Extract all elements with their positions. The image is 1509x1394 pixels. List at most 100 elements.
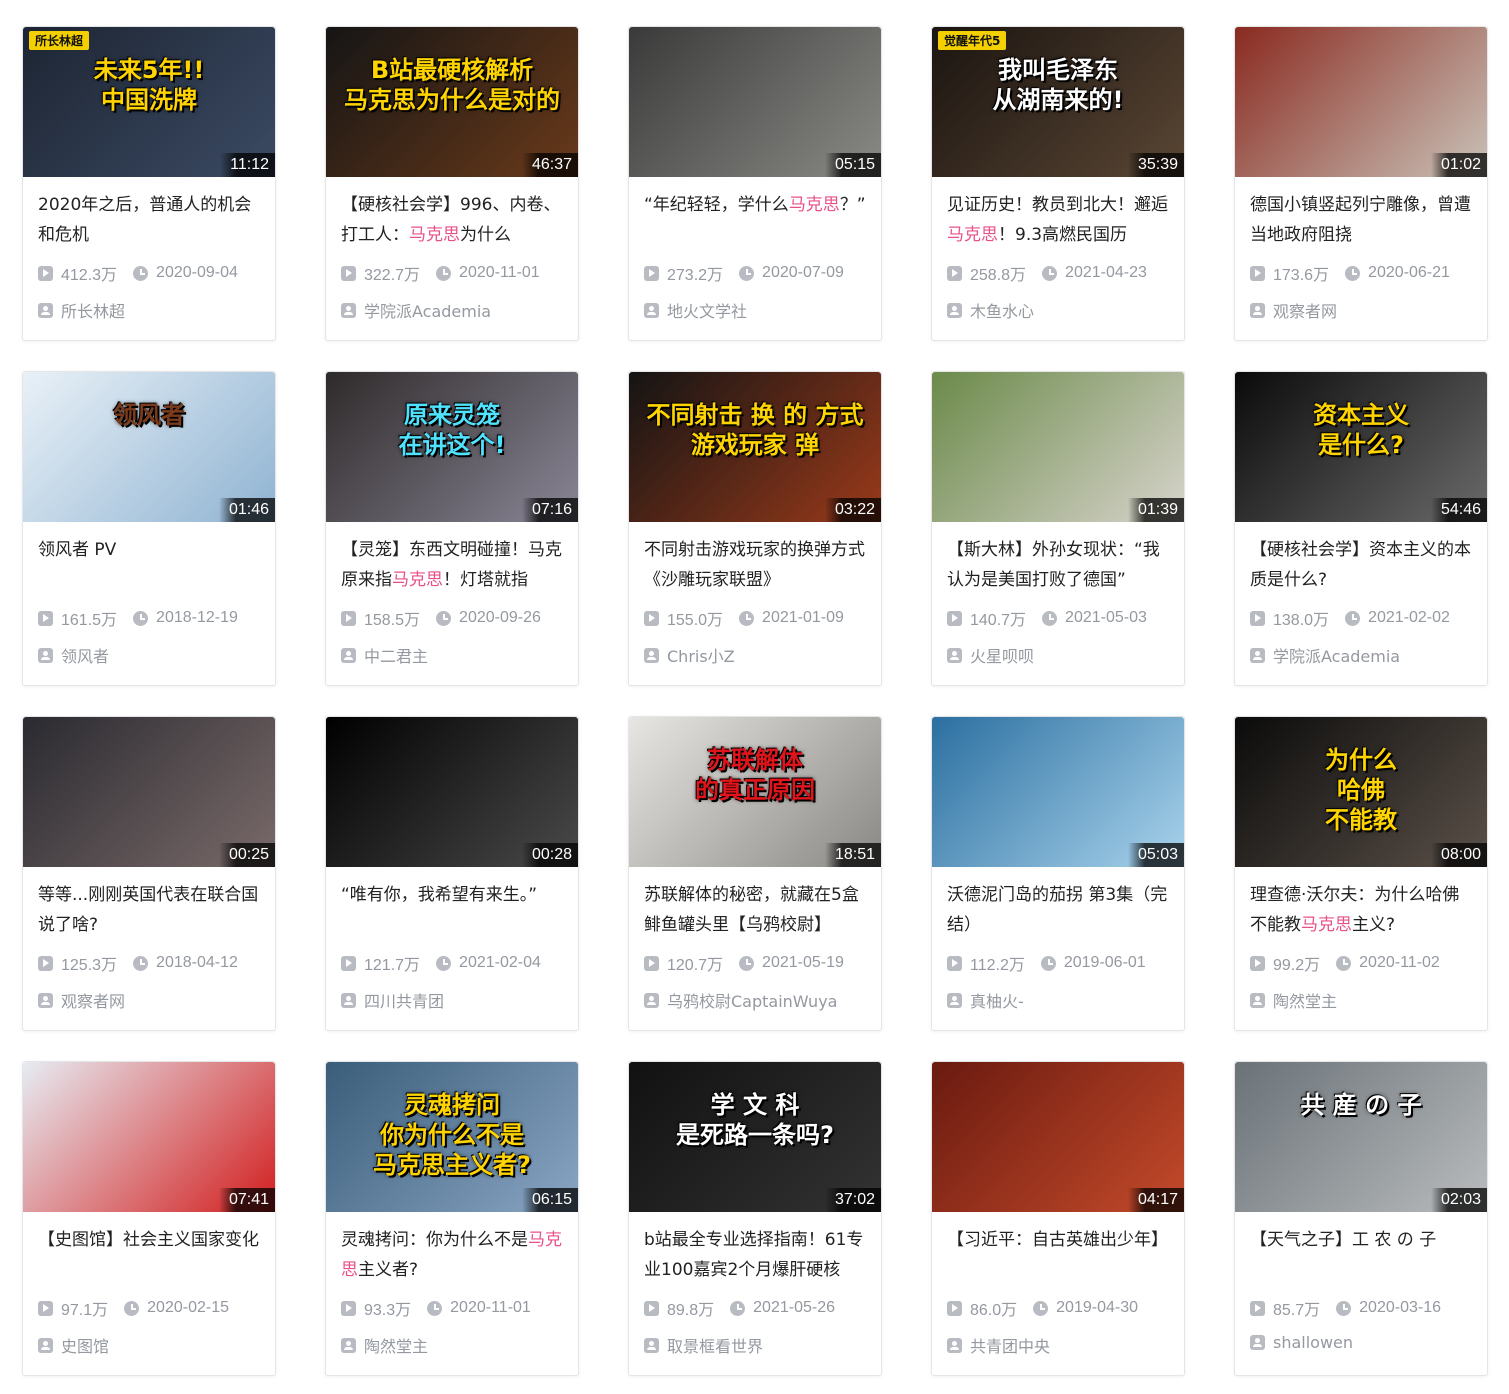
author-name[interactable]: 领风者: [61, 643, 109, 667]
video-title[interactable]: 【硬核社会学】资本主义的本质是什么?: [1250, 535, 1473, 595]
video-author[interactable]: 领风者: [38, 643, 275, 667]
video-card[interactable]: B站最硬核解析 马克思为什么是对的 46:37 【硬核社会学】996、内卷、打工人：…: [325, 26, 579, 341]
author-name[interactable]: 陶然堂主: [1273, 988, 1337, 1012]
video-thumbnail[interactable]: 苏联解体 的真正原因 18:51: [629, 717, 881, 867]
video-card[interactable]: 所长林超 未来5年!! 中国洗牌 11:12 2020年之后，普通人的机会和危机 412…: [22, 26, 276, 341]
video-thumbnail[interactable]: 05:03: [932, 717, 1184, 867]
video-title[interactable]: 2020年之后，普通人的机会和危机: [38, 190, 261, 250]
video-author[interactable]: 取景框看世界: [644, 1333, 881, 1357]
video-thumbnail[interactable]: 所长林超 未来5年!! 中国洗牌 11:12: [23, 27, 275, 177]
video-card[interactable]: 为什么 哈佛 不能教 08:00 理查德·沃尔夫：为什么哈佛不能教马克思主义? 99.…: [1234, 716, 1488, 1031]
video-card[interactable]: 01:39 【斯大林】外孙女现状：“我认为是美国打败了德国” 140.7万 2021-…: [931, 371, 1185, 686]
video-card[interactable]: 灵魂拷问 你为什么不是 马克思主义者? 06:15 灵魂拷问：你为什么不是马克思主义…: [325, 1061, 579, 1376]
video-title[interactable]: 【天气之子】工 农 の 子: [1250, 1225, 1473, 1285]
video-card[interactable]: 资本主义 是什么? 54:46 【硬核社会学】资本主义的本质是什么? 138.0万 20…: [1234, 371, 1488, 686]
video-thumbnail[interactable]: 00:25: [23, 717, 275, 867]
video-card[interactable]: 苏联解体 的真正原因 18:51 苏联解体的秘密，就藏在5盒鲱鱼罐头里【乌鸦校尉】 1…: [628, 716, 882, 1031]
video-author[interactable]: 地火文学社: [644, 298, 881, 322]
video-title[interactable]: 等等...刚刚英国代表在联合国说了啥?: [38, 880, 261, 940]
author-name[interactable]: 观察者网: [61, 988, 125, 1012]
author-name[interactable]: Chris小Z: [667, 643, 735, 667]
video-author[interactable]: 共青团中央: [947, 1333, 1184, 1357]
video-title[interactable]: 见证历史！教员到北大！邂逅马克思！9.3高燃民国历: [947, 190, 1170, 250]
author-name[interactable]: shallowen: [1273, 1333, 1353, 1352]
author-name[interactable]: 四川共青团: [364, 988, 444, 1012]
video-author[interactable]: 观察者网: [1250, 298, 1487, 322]
video-thumbnail[interactable]: 00:28: [326, 717, 578, 867]
video-card[interactable]: 05:15 “年纪轻轻，学什么马克思？” 273.2万 2020-07-09 地火文学社: [628, 26, 882, 341]
author-name[interactable]: 陶然堂主: [364, 1333, 428, 1357]
video-author[interactable]: shallowen: [1250, 1333, 1487, 1352]
video-card[interactable]: 00:28 “唯有你，我希望有来生。” 121.7万 2021-02-04 四川共青团: [325, 716, 579, 1031]
video-card[interactable]: 不同射击 换 的 方式 游戏玩家 弹 03:22 不同射击游戏玩家的换弹方式《沙雕玩…: [628, 371, 882, 686]
video-author[interactable]: 史图馆: [38, 1333, 275, 1357]
video-card[interactable]: 01:02 德国小镇竖起列宁雕像，曾遭当地政府阻挠 173.6万 2020-06-21…: [1234, 26, 1488, 341]
author-name[interactable]: 地火文学社: [667, 298, 747, 322]
author-name[interactable]: 所长林超: [61, 298, 125, 322]
video-title[interactable]: b站最全专业选择指南！61专业100嘉宾2个月爆肝硬核: [644, 1225, 867, 1285]
video-author[interactable]: Chris小Z: [644, 643, 881, 667]
video-title[interactable]: 沃德泥门岛的茄拐 第3集（完结）: [947, 880, 1170, 940]
author-name[interactable]: 学院派Academia: [1273, 643, 1400, 667]
video-thumbnail[interactable]: 觉醒年代5 我叫毛泽东 从湖南来的! 35:39: [932, 27, 1184, 177]
video-author[interactable]: 所长林超: [38, 298, 275, 322]
video-card[interactable]: 共 産 の 子 02:03 【天气之子】工 农 の 子 85.7万 2020-03-16…: [1234, 1061, 1488, 1376]
video-title[interactable]: 【硬核社会学】996、内卷、打工人：马克思为什么: [341, 190, 564, 250]
author-name[interactable]: 木鱼水心: [970, 298, 1034, 322]
video-card[interactable]: 00:25 等等...刚刚英国代表在联合国说了啥? 125.3万 2018-04-12…: [22, 716, 276, 1031]
author-name[interactable]: 取景框看世界: [667, 1333, 763, 1357]
video-card[interactable]: 原来灵笼 在讲这个! 07:16 【灵笼】东西文明碰撞！马克原来指马克思！灯塔就指 1…: [325, 371, 579, 686]
video-card[interactable]: 05:03 沃德泥门岛的茄拐 第3集（完结） 112.2万 2019-06-01 真柚火…: [931, 716, 1185, 1031]
author-name[interactable]: 火星呗呗: [970, 643, 1034, 667]
author-name[interactable]: 观察者网: [1273, 298, 1337, 322]
video-card[interactable]: 07:41 【史图馆】社会主义国家变化 97.1万 2020-02-15 史图馆: [22, 1061, 276, 1376]
video-thumbnail[interactable]: 原来灵笼 在讲这个! 07:16: [326, 372, 578, 522]
video-thumbnail[interactable]: 为什么 哈佛 不能教 08:00: [1235, 717, 1487, 867]
video-card[interactable]: 04:17 【习近平：自古英雄出少年】 86.0万 2019-04-30 共青团中央: [931, 1061, 1185, 1376]
video-title[interactable]: 灵魂拷问：你为什么不是马克思主义者?: [341, 1225, 564, 1285]
video-thumbnail[interactable]: 不同射击 换 的 方式 游戏玩家 弹 03:22: [629, 372, 881, 522]
video-thumbnail[interactable]: 01:39: [932, 372, 1184, 522]
video-author[interactable]: 陶然堂主: [341, 1333, 578, 1357]
video-author[interactable]: 中二君主: [341, 643, 578, 667]
author-name[interactable]: 共青团中央: [970, 1333, 1050, 1357]
video-thumbnail[interactable]: 07:41: [23, 1062, 275, 1212]
video-title[interactable]: 不同射击游戏玩家的换弹方式《沙雕玩家联盟》: [644, 535, 867, 595]
video-thumbnail[interactable]: 01:02: [1235, 27, 1487, 177]
video-author[interactable]: 观察者网: [38, 988, 275, 1012]
video-thumbnail[interactable]: 资本主义 是什么? 54:46: [1235, 372, 1487, 522]
video-thumbnail[interactable]: 学 文 科 是死路一条吗? 37:02: [629, 1062, 881, 1212]
video-title[interactable]: 苏联解体的秘密，就藏在5盒鲱鱼罐头里【乌鸦校尉】: [644, 880, 867, 940]
video-title[interactable]: 【灵笼】东西文明碰撞！马克原来指马克思！灯塔就指: [341, 535, 564, 595]
video-thumbnail[interactable]: 灵魂拷问 你为什么不是 马克思主义者? 06:15: [326, 1062, 578, 1212]
author-name[interactable]: 史图馆: [61, 1333, 109, 1357]
video-title[interactable]: “年纪轻轻，学什么马克思？”: [644, 190, 867, 250]
author-name[interactable]: 中二君主: [364, 643, 428, 667]
video-author[interactable]: 火星呗呗: [947, 643, 1184, 667]
author-name[interactable]: 真柚火-: [970, 988, 1024, 1012]
video-author[interactable]: 乌鸦校尉CaptainWuya: [644, 988, 881, 1012]
video-thumbnail[interactable]: 领风者 01:46: [23, 372, 275, 522]
author-name[interactable]: 学院派Academia: [364, 298, 491, 322]
video-title[interactable]: 【斯大林】外孙女现状：“我认为是美国打败了德国”: [947, 535, 1170, 595]
video-author[interactable]: 陶然堂主: [1250, 988, 1487, 1012]
video-thumbnail[interactable]: 共 産 の 子 02:03: [1235, 1062, 1487, 1212]
video-author[interactable]: 学院派Academia: [1250, 643, 1487, 667]
video-card[interactable]: 学 文 科 是死路一条吗? 37:02 b站最全专业选择指南！61专业100嘉宾2个…: [628, 1061, 882, 1376]
video-card[interactable]: 觉醒年代5 我叫毛泽东 从湖南来的! 35:39 见证历史！教员到北大！邂逅马克思！9…: [931, 26, 1185, 341]
author-name[interactable]: 乌鸦校尉CaptainWuya: [667, 988, 837, 1012]
video-thumbnail[interactable]: B站最硬核解析 马克思为什么是对的 46:37: [326, 27, 578, 177]
video-title[interactable]: 领风者 PV: [38, 535, 261, 595]
video-title[interactable]: “唯有你，我希望有来生。”: [341, 880, 564, 940]
video-author[interactable]: 学院派Academia: [341, 298, 578, 322]
video-thumbnail[interactable]: 05:15: [629, 27, 881, 177]
video-author[interactable]: 真柚火-: [947, 988, 1184, 1012]
video-author[interactable]: 木鱼水心: [947, 298, 1184, 322]
video-title[interactable]: 德国小镇竖起列宁雕像，曾遭当地政府阻挠: [1250, 190, 1473, 250]
video-thumbnail[interactable]: 04:17: [932, 1062, 1184, 1212]
video-title[interactable]: 【史图馆】社会主义国家变化: [38, 1225, 261, 1285]
video-title[interactable]: 【习近平：自古英雄出少年】: [947, 1225, 1170, 1285]
video-author[interactable]: 四川共青团: [341, 988, 578, 1012]
video-title[interactable]: 理查德·沃尔夫：为什么哈佛不能教马克思主义?: [1250, 880, 1473, 940]
video-card[interactable]: 领风者 01:46 领风者 PV 161.5万 2018-12-19 领风者: [22, 371, 276, 686]
